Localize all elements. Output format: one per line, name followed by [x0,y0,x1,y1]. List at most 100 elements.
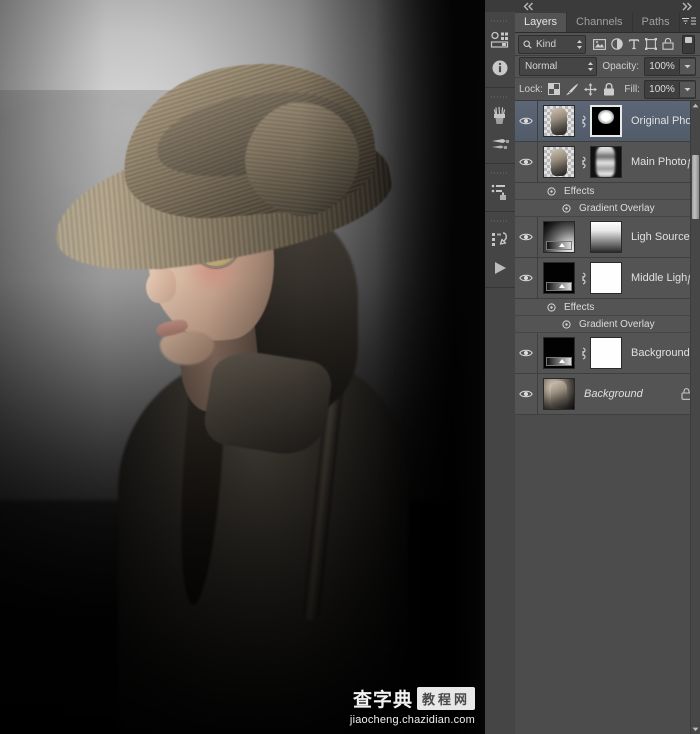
lock-position[interactable] [584,81,598,97]
layer-visibility-toggle[interactable] [515,142,538,182]
filter-pixel-layers[interactable] [591,35,608,53]
fill-value[interactable]: 100% [645,84,679,95]
layer-visibility-toggle[interactable] [515,101,538,141]
link-icon[interactable] [578,115,587,128]
eye-icon [519,233,533,241]
layer-visibility-toggle[interactable] [515,258,538,298]
filter-adjustment-layers[interactable] [608,35,625,53]
watermark: 查字典 教程网 jiaocheng.chazidian.com [350,685,475,726]
layer-name[interactable]: Ligh Source [622,231,700,243]
layer-mask-thumbnail[interactable] [590,337,622,369]
scroll-up-arrow-icon[interactable] [691,101,700,110]
link-icon[interactable] [578,156,587,169]
history-panel-icon[interactable] [485,226,515,254]
layer-thumbnail[interactable] [543,378,575,410]
layer-name[interactable]: Main Photo [622,156,687,168]
expand-panels-button[interactable] [676,1,696,12]
layer-thumbnail[interactable] [543,105,575,137]
brush-presets-panel-icon[interactable] [485,130,515,158]
drag-grip[interactable] [491,217,509,224]
layer-mask-thumbnail[interactable] [590,105,622,137]
panel-menu-icon[interactable] [681,16,697,28]
layer-comps-panel-icon[interactable] [485,178,515,206]
fill-field[interactable]: 100% [643,79,696,99]
table-row[interactable]: Ligh Source [515,217,700,258]
panel-tabs: Layers Channels Paths [515,12,700,33]
tab-paths[interactable]: Paths [632,13,680,32]
scroll-down-arrow-icon[interactable] [691,725,700,734]
layer-thumbnails [538,146,622,178]
layer-name[interactable]: Background Color [622,347,700,359]
filter-enable-switch[interactable] [682,34,695,54]
effects-visibility-toggle[interactable] [545,301,558,314]
effects-visibility-toggle[interactable] [545,185,558,198]
timeline-play-icon[interactable] [485,254,515,282]
drag-grip[interactable] [491,17,509,24]
info-panel-icon[interactable] [485,54,515,82]
layer-effects-group[interactable]: Effects [515,299,700,316]
updown-caret-icon[interactable] [587,61,594,72]
opacity-dropdown-caret-icon[interactable] [679,59,695,74]
rail-group-brushes [485,88,515,164]
eye-icon [519,158,533,166]
table-row[interactable]: Background Color [515,333,700,374]
layer-thumbnail[interactable] [543,337,575,369]
lock-transparent-pixels[interactable] [547,81,561,97]
layers-panel: Layers Channels Paths Kind Normal Opacit… [515,12,700,734]
layer-thumbnail[interactable] [543,262,575,294]
layer-visibility-toggle[interactable] [515,217,538,257]
effect-visibility-toggle[interactable] [560,202,573,215]
layer-thumbnail[interactable] [543,221,575,253]
layer-list[interactable]: Original Photo Main Photo Effects Gradie… [515,101,700,734]
filter-smart-objects[interactable] [659,35,676,53]
layer-mask-thumbnail[interactable] [590,146,622,178]
filter-kind-select[interactable]: Kind [518,34,586,54]
blend-mode-select[interactable]: Normal [519,57,598,76]
eye-icon [562,203,571,213]
layer-list-scrollbar[interactable] [690,101,700,734]
watermark-title: 查字典 [352,689,413,711]
lock-image-pixels[interactable] [565,81,579,97]
photoshop-window: 查字典 教程网 jiaocheng.chazidian.com Layers C… [0,0,700,734]
layer-effect-item[interactable]: Gradient Overlay [515,200,700,217]
opacity-field[interactable]: 100% [644,57,696,76]
table-row[interactable]: Middle Light fx [515,258,700,299]
link-icon[interactable] [578,347,587,360]
filter-shape-layers[interactable] [642,35,659,53]
fill-dropdown-caret-icon[interactable] [678,81,695,97]
eye-icon [547,302,556,312]
layer-name[interactable]: Middle Light [622,272,687,284]
layer-name[interactable]: Original Photo [622,115,700,127]
layer-mask-thumbnail[interactable] [590,262,622,294]
adjustments-panel-icon[interactable] [485,26,515,54]
layer-mask-thumbnail[interactable] [590,221,622,253]
tab-channels[interactable]: Channels [567,13,633,32]
eye-icon [519,349,533,357]
collapse-to-icons-button[interactable] [515,1,545,12]
tab-layers[interactable]: Layers [515,13,568,32]
layer-thumbnail[interactable] [543,146,575,178]
drag-grip[interactable] [491,169,509,176]
layer-visibility-toggle[interactable] [515,374,538,414]
fill-label: Fill: [624,83,640,95]
rail-group-layer-comps [485,164,515,212]
table-row[interactable]: Background [515,374,700,415]
eye-icon [562,319,571,329]
layer-name[interactable]: Background [575,388,681,400]
filter-type-layers[interactable] [625,35,642,53]
scrollbar-thumb[interactable] [692,155,699,219]
canvas-image-area[interactable]: 查字典 教程网 jiaocheng.chazidian.com [0,0,485,734]
table-row[interactable]: Original Photo [515,101,700,142]
brushes-panel-icon[interactable] [485,102,515,130]
effect-visibility-toggle[interactable] [560,318,573,331]
updown-caret-icon[interactable] [576,39,583,50]
opacity-value[interactable]: 100% [645,61,679,72]
layer-effect-item[interactable]: Gradient Overlay [515,316,700,333]
lock-all[interactable] [602,81,616,97]
link-icon[interactable] [578,272,587,285]
layer-effects-group[interactable]: Effects [515,183,700,200]
drag-grip[interactable] [491,93,509,100]
table-row[interactable]: Main Photo fx [515,142,700,183]
layer-visibility-toggle[interactable] [515,333,538,373]
opacity-label: Opacity: [602,61,639,72]
